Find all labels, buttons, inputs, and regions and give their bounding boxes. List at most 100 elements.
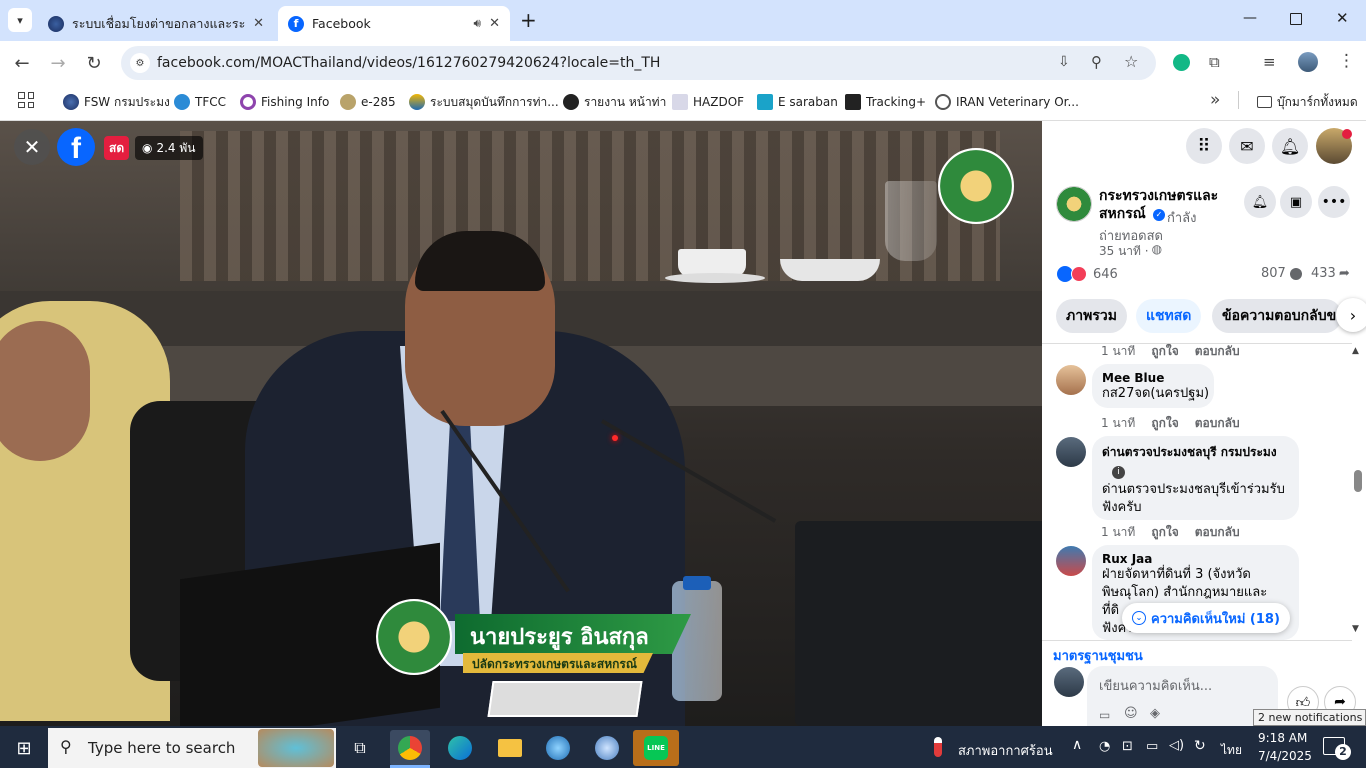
close-tab-icon[interactable]: ✕	[253, 16, 264, 31]
commenter-avatar[interactable]	[1056, 437, 1086, 467]
reload-icon[interactable]: ↻	[81, 50, 107, 76]
bookmark-star-icon[interactable]: ☆	[1124, 52, 1138, 71]
facebook-logo-icon[interactable]: f	[57, 128, 95, 166]
weather-text[interactable]: สภาพอากาศร้อน	[958, 740, 1053, 761]
new-tab-button[interactable]: +	[520, 8, 537, 32]
bookmark-hazdof[interactable]: HAZDOF	[672, 92, 744, 112]
tab-facebook[interactable]: f Facebook 🔊︎ ✕	[278, 6, 510, 41]
scrollbar-thumb[interactable]	[1354, 470, 1362, 492]
magnifier-app-icon[interactable]	[538, 730, 578, 766]
scroll-down-arrow[interactable]: ▼	[1352, 624, 1359, 634]
iran-vet-logo-icon	[935, 94, 951, 110]
tab-overview[interactable]: ภาพรวม	[1056, 299, 1127, 333]
new-comments-button[interactable]: ⌄ ความคิดเห็นใหม่ (18)	[1122, 603, 1290, 633]
snack-bowl	[780, 259, 880, 281]
sync-icon[interactable]: ↻	[1194, 738, 1206, 754]
bookmark-esaraban[interactable]: E saraban	[757, 92, 838, 112]
community-standards-link[interactable]: มาตรฐานชุมชน	[1053, 645, 1143, 666]
commenter-avatar[interactable]	[1056, 365, 1086, 395]
bottle-cap	[683, 576, 711, 590]
tabs-next-chevron-icon[interactable]: ›	[1336, 298, 1366, 332]
install-app-icon[interactable]: ⇩	[1058, 54, 1070, 70]
globe-app-icon[interactable]	[587, 730, 627, 766]
all-bookmarks-folder[interactable]: บุ๊กมาร์กทั้งหมด	[1257, 92, 1358, 112]
clock-time[interactable]: 9:18 AM	[1258, 731, 1307, 745]
zoom-icon[interactable]: ⚲	[1091, 53, 1102, 71]
tab-live-chat[interactable]: แชทสด	[1136, 299, 1202, 333]
speaker-icon[interactable]: 🔊︎	[474, 16, 482, 31]
notifications-bell-icon[interactable]: 🔔︎	[1272, 128, 1308, 164]
network-icon[interactable]: ⊡	[1122, 739, 1133, 754]
like-link[interactable]: ถูกใจ	[1151, 414, 1178, 433]
extension-green-icon[interactable]	[1173, 54, 1190, 71]
share-arrow-icon: ➦	[1338, 266, 1350, 281]
tab-moac[interactable]: ระบบเชื่อมโยงต่าขอกลางและระบบสนั่ ✕	[38, 6, 274, 41]
reactions[interactable]: 646	[1057, 266, 1118, 282]
bookmark-fishing-info[interactable]: Fishing Info	[240, 92, 329, 112]
commenter-name[interactable]: Mee Blue	[1102, 371, 1204, 385]
edge-taskbar-icon[interactable]	[440, 730, 480, 766]
name-plate	[487, 681, 643, 717]
bookmark-e285[interactable]: e-285	[340, 92, 396, 112]
forward-icon[interactable]: →	[45, 50, 71, 76]
bookmark-iran-vet[interactable]: IRAN Veterinary Or...	[935, 92, 1079, 112]
back-icon[interactable]: ←	[9, 50, 35, 76]
shares-count[interactable]: 433 ➦	[1311, 266, 1350, 281]
bookmark-port-report[interactable]: รายงาน หน้าท่า	[563, 92, 666, 112]
emoji-icon[interactable]: ☺	[1124, 706, 1138, 721]
follow-bell-icon[interactable]: 🔔︎	[1244, 186, 1276, 218]
commenter-avatar[interactable]	[1056, 546, 1086, 576]
commenter-name[interactable]: ด่านตรวจประมงชลบุรี กรมประมง	[1102, 443, 1289, 462]
tab-search-button[interactable]: ▾	[8, 8, 32, 32]
restore-icon[interactable]	[1290, 13, 1302, 25]
bookmark-fsw[interactable]: FSW กรมประมง	[63, 92, 170, 112]
like-link[interactable]: ถูกใจ	[1151, 342, 1178, 361]
messenger-icon[interactable]: ✉	[1229, 128, 1265, 164]
gif-icon[interactable]: ▭	[1099, 708, 1110, 722]
battery-icon[interactable]: ▭	[1146, 739, 1158, 754]
sticker-icon[interactable]: ◈	[1150, 706, 1160, 721]
minimize-icon[interactable]: —	[1243, 10, 1257, 26]
scroll-up-arrow[interactable]: ▲	[1352, 346, 1359, 356]
verified-icon: ✓	[1153, 209, 1165, 221]
more-options-icon[interactable]: •••	[1318, 186, 1350, 218]
save-icon[interactable]: ▣	[1280, 186, 1312, 218]
close-video-button[interactable]: ✕	[14, 129, 50, 165]
volume-icon[interactable]: ◁)	[1169, 738, 1184, 753]
site-info-icon[interactable]: ⚙	[130, 53, 150, 73]
chrome-taskbar-icon[interactable]	[390, 730, 430, 766]
apps-grid-icon[interactable]	[18, 92, 34, 108]
line-app-icon[interactable]: LINE	[633, 730, 679, 766]
bookmark-tracking[interactable]: Tracking+	[845, 92, 926, 112]
bookmark-label: Tracking+	[866, 95, 927, 109]
media-control-icon[interactable]: ≡	[1263, 53, 1276, 71]
bookmark-tfcc[interactable]: TFCC	[174, 92, 226, 112]
url-text[interactable]: facebook.com/MOACThailand/videos/1612760…	[157, 55, 660, 71]
file-explorer-icon[interactable]	[490, 730, 530, 766]
more-bookmarks-button[interactable]: »	[1210, 90, 1220, 110]
windows-start-icon[interactable]: ⊞	[4, 730, 44, 766]
tab-replies[interactable]: ข้อความตอบกลับข	[1212, 299, 1342, 333]
globe-icon: ◍	[1151, 242, 1163, 256]
reply-link[interactable]: ตอบกลับ	[1195, 523, 1240, 542]
commenter-name[interactable]: Rux Jaa	[1102, 552, 1289, 566]
close-tab-icon[interactable]: ✕	[489, 16, 500, 31]
task-view-icon[interactable]: ⧉	[340, 730, 380, 766]
page-avatar[interactable]	[1056, 186, 1092, 222]
menu-grid-icon[interactable]: ⠿	[1186, 128, 1222, 164]
bookmark-logbook[interactable]: ระบบสมุดบันทึกการท่า...	[409, 92, 559, 112]
comments-count[interactable]: 807	[1261, 266, 1302, 281]
like-link[interactable]: ถูกใจ	[1151, 523, 1178, 542]
my-avatar[interactable]	[1054, 667, 1084, 697]
chrome-menu-icon[interactable]: ⋮	[1338, 51, 1355, 71]
tray-chevron-icon[interactable]: ∧	[1072, 737, 1082, 753]
profile-avatar[interactable]	[1298, 52, 1318, 72]
clock-date[interactable]: 7/4/2025	[1258, 749, 1312, 763]
reply-link[interactable]: ตอบกลับ	[1195, 414, 1240, 433]
live-video-player[interactable]: ✕ f สด ◉ 2.4 พัน นายประยูร อินสกุล ปลัดกร…	[0, 121, 1042, 726]
extensions-icon[interactable]: ⧉	[1209, 53, 1220, 71]
reply-link[interactable]: ตอบกลับ	[1195, 342, 1240, 361]
wifi-icon[interactable]: ◔	[1099, 739, 1110, 754]
close-window-icon[interactable]: ✕	[1336, 9, 1349, 27]
language-indicator[interactable]: ไทย	[1221, 741, 1242, 760]
